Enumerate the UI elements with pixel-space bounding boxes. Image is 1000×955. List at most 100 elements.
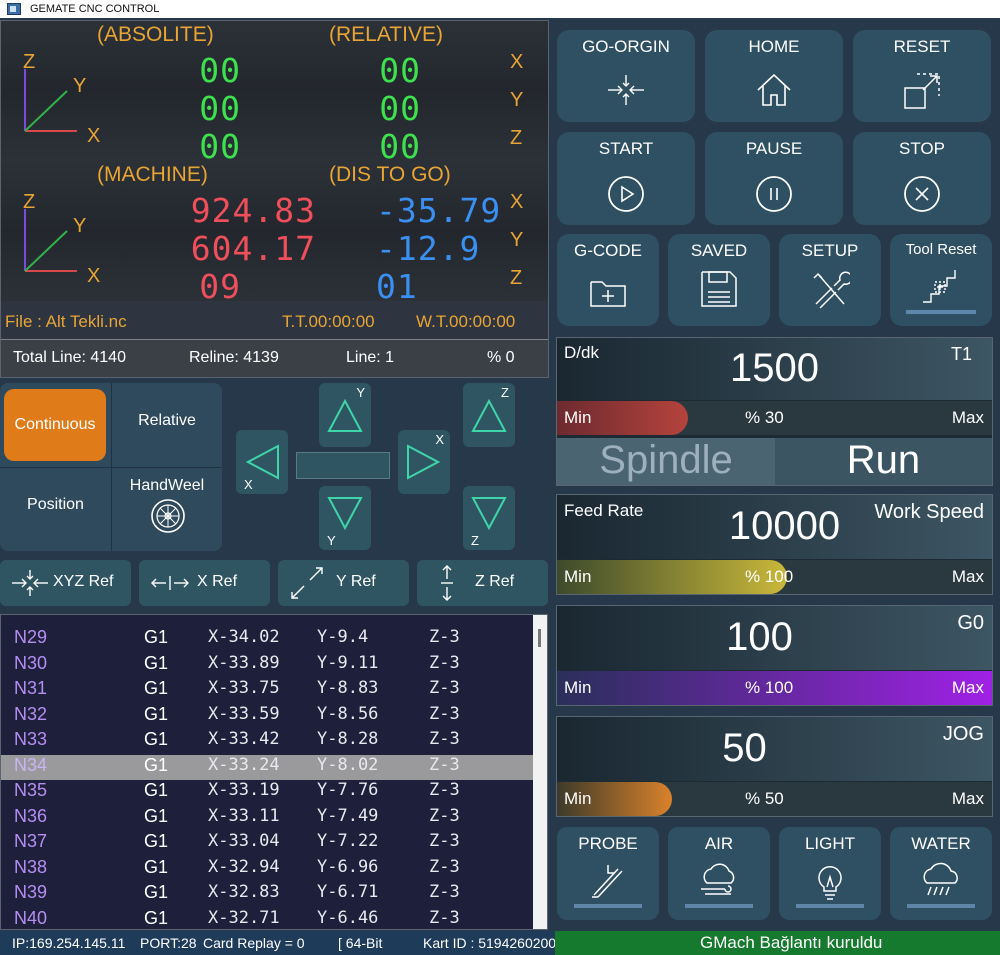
- gcode-cell-g: G1: [144, 703, 169, 724]
- reset-button[interactable]: RESET: [853, 30, 991, 122]
- status-card-replay: Card Replay = 0: [203, 935, 305, 951]
- abs-y-value: 00: [199, 89, 241, 128]
- saved-label: SAVED: [690, 241, 748, 260]
- gcode-cell-n: N37: [14, 831, 48, 851]
- gcode-row[interactable]: N40 G1 X-32.71 Y-6.46 Z-3: [1, 907, 533, 930]
- z-ref-label: Z Ref: [475, 573, 515, 590]
- x-ref-button[interactable]: X Ref: [139, 560, 270, 606]
- jog-step-field[interactable]: [296, 452, 390, 479]
- z-ref-button[interactable]: Z Ref: [417, 560, 548, 606]
- gcode-row[interactable]: N29 G1 X-34.02 Y-9.4 Z-3: [1, 627, 533, 653]
- jog-y-minus-button[interactable]: Y: [319, 486, 371, 550]
- go-origin-button[interactable]: GO-ORGIN: [557, 30, 695, 122]
- position-mode-button[interactable]: Position: [0, 468, 111, 551]
- jog-percent: % 50: [745, 789, 784, 808]
- y-ref-button[interactable]: Y Ref: [278, 560, 409, 606]
- relative-mode-button[interactable]: Relative: [112, 383, 222, 467]
- gcode-cell-y: Y-6.71: [317, 882, 379, 902]
- gcode-cell-x: X-34.02: [208, 627, 280, 647]
- spindle-run-button[interactable]: Run: [775, 438, 992, 485]
- gcode-row[interactable]: N36 G1 X-33.11 Y-7.49 Z-3: [1, 806, 533, 832]
- xyz-ref-button[interactable]: XYZ Ref: [0, 560, 131, 606]
- g0-max: Max: [951, 678, 984, 697]
- gcode-cell-x: X-33.04: [208, 831, 280, 851]
- gcode-cell-g: G1: [144, 729, 169, 749]
- start-button[interactable]: START: [557, 132, 695, 225]
- spindle-state-right: Run: [846, 438, 921, 482]
- jog-y-plus-button[interactable]: Y: [319, 383, 371, 447]
- rel-z-label: Z: [510, 127, 523, 149]
- gcode-cell-g: G1: [144, 831, 169, 851]
- gcode-row[interactable]: N33 G1 X-33.42 Y-8.28 Z-3: [1, 729, 533, 755]
- rel-y-value: 00: [379, 89, 421, 128]
- gcode-cell-x: X-33.19: [208, 780, 280, 800]
- rel-y-label: Y: [510, 89, 524, 111]
- gcode-cell-y: Y-8.83: [317, 678, 379, 698]
- setup-button[interactable]: SETUP: [779, 234, 881, 326]
- gcode-row[interactable]: N38 G1 X-32.94 Y-6.96 Z-3: [1, 857, 533, 883]
- status-bit: [ 64-Bit: [338, 935, 383, 951]
- gcode-row[interactable]: N32 G1 X-33.59 Y-8.56 Z-3: [1, 704, 533, 730]
- tool-reset-button[interactable]: Tool Reset: [890, 234, 992, 326]
- gcode-cell-n: N32: [14, 703, 48, 724]
- gcode-row[interactable]: N37 G1 X-33.04 Y-7.22 Z-3: [1, 831, 533, 857]
- jog-x-plus-button[interactable]: X: [398, 430, 450, 494]
- home-icon: [757, 73, 791, 106]
- stop-label: STOP: [899, 139, 945, 158]
- jog-y-minus-label: Y: [327, 533, 336, 548]
- saved-button[interactable]: SAVED: [668, 234, 770, 326]
- gcode-row[interactable]: N31 G1 X-33.75 Y-8.83 Z-3: [1, 678, 533, 704]
- scrollbar-thumb[interactable]: [538, 629, 541, 647]
- file-info-row: File : Alt Tekli.nc T.T.00:00:00 W.T.00:…: [1, 306, 548, 336]
- distogo-y-value: -12.9: [376, 229, 481, 268]
- distogo-header: (DIS TO GO): [329, 163, 451, 186]
- jog-x-minus-button[interactable]: X: [236, 430, 288, 494]
- rel-x-value: 00: [379, 51, 421, 90]
- feed-percent: % 100: [745, 567, 794, 586]
- rain-cloud-icon: [923, 862, 958, 896]
- continuous-mode-button[interactable]: Continuous: [4, 389, 106, 461]
- gcode-row[interactable]: N30 G1 X-33.89 Y-9.11 Z-3: [1, 653, 533, 679]
- gcode-row[interactable]: N39 G1 X-32.83 Y-6.71 Z-3: [1, 882, 533, 908]
- spindle-max: Max: [951, 408, 984, 427]
- air-button[interactable]: AIR: [668, 827, 770, 920]
- gcode-button[interactable]: G-CODE: [557, 234, 659, 326]
- handweel-mode-button[interactable]: HandWeel: [112, 468, 222, 551]
- machine-x-value: 924.83: [190, 191, 316, 230]
- gcode-cell-g: G1: [144, 882, 169, 902]
- setup-label: SETUP: [801, 241, 859, 260]
- connection-text: GMach Bağlantı kuruldu: [700, 933, 883, 952]
- stop-button[interactable]: STOP: [853, 132, 991, 225]
- pause-button[interactable]: PAUSE: [705, 132, 843, 225]
- gcode-cell-n: N40: [14, 907, 48, 928]
- gcode-cell-z: Z-3: [429, 703, 460, 724]
- gcode-cell-n: N30: [14, 652, 48, 673]
- probe-label: PROBE: [578, 834, 638, 853]
- gcode-cell-y: Y-8.28: [317, 729, 379, 749]
- gcode-cell-g: G1: [144, 907, 169, 928]
- spindle-panel: D/dk 1500 T1 Min % 30 Max Spindle Run: [556, 337, 993, 486]
- play-circle-icon: [608, 176, 644, 212]
- jog-x-plus-label: X: [435, 432, 444, 447]
- gcode-row[interactable]: N34 G1 X-33.24 Y-8.02 Z-3: [1, 754, 533, 780]
- jog-z-minus-button[interactable]: Z: [463, 486, 515, 550]
- home-button[interactable]: HOME: [705, 30, 843, 122]
- gcode-row[interactable]: N35 G1 X-33.19 Y-7.76 Z-3: [1, 780, 533, 806]
- dtg-y-label: Y: [510, 229, 524, 251]
- probe-button[interactable]: PROBE: [557, 827, 659, 920]
- feed-min: Min: [564, 567, 592, 586]
- gcode-cell-z: Z-3: [429, 831, 460, 851]
- gcode-list[interactable]: N29 G1 X-34.02 Y-9.4 Z-3 N30 G1 X-33.89 Y-9.11 Z-…: [0, 614, 548, 930]
- connection-status: GMach Bağlantı kuruldu: [555, 931, 1000, 955]
- gcode-cell-n: N34: [14, 754, 48, 775]
- gcode-cell-g: G1: [144, 627, 169, 647]
- dro-absolute-block: (ABSOLITE) (RELATIVE) Z Y X 00 00 00 00 …: [1, 21, 548, 166]
- jog-z-plus-button[interactable]: Z: [463, 383, 515, 447]
- gcode-cell-z: Z-3: [429, 856, 460, 877]
- gcode-scrollbar[interactable]: [533, 615, 547, 929]
- spindle-percent: % 30: [745, 408, 784, 427]
- water-indicator: [907, 904, 975, 908]
- light-button[interactable]: LIGHT: [779, 827, 881, 920]
- water-button[interactable]: WATER: [890, 827, 992, 920]
- work-time: W.T.00:00:00: [416, 312, 516, 331]
